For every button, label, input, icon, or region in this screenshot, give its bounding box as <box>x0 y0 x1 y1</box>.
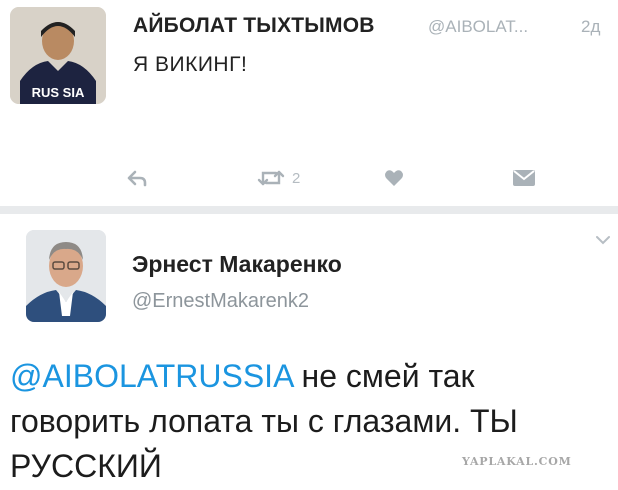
like-button[interactable] <box>384 166 410 190</box>
chevron-down-icon <box>596 236 610 245</box>
avatar[interactable]: RUS SIA <box>10 7 106 104</box>
reply-icon <box>127 170 147 187</box>
tweet-text: Я ВИКИНГ! <box>133 53 248 76</box>
divider <box>0 206 618 214</box>
tweet-text-line-1: @AIBOLATRUSSIA не смей так <box>10 354 610 399</box>
watermark: YAPLAKAL.COM <box>462 455 572 468</box>
avatar-shirt-text: RUS SIA <box>32 85 85 100</box>
direct-message-button[interactable] <box>512 166 540 190</box>
tweet-time[interactable]: 2д <box>581 17 600 37</box>
author-handle[interactable]: @AIBOLAT... <box>428 17 528 37</box>
reply-button[interactable] <box>126 166 156 190</box>
tweet-menu-button[interactable] <box>596 232 610 245</box>
tweet-text-line-2: говорить лопата ты с глазами. ТЫ <box>10 403 518 439</box>
tweet-card-2: Эрнест Макаренко @ErnestMakarenk2 @AIBOL… <box>0 214 618 490</box>
author-handle[interactable]: @ErnestMakarenk2 <box>132 290 309 313</box>
tweet-card-1: RUS SIA АЙБОЛАТ ТЫХТЫМОВ @AIBOLAT... 2д … <box>0 0 618 206</box>
avatar-photo: RUS SIA <box>10 7 106 104</box>
heart-icon <box>385 170 403 186</box>
retweet-count: 2 <box>292 169 301 187</box>
tweet-text-line-1-rest: не смей так <box>292 358 475 394</box>
avatar-photo <box>26 230 106 322</box>
retweet-icon <box>257 170 285 186</box>
mention-link[interactable]: @AIBOLATRUSSIA <box>10 358 293 394</box>
author-name[interactable]: АЙБОЛАТ ТЫХТЫМОВ <box>133 14 375 38</box>
direct-message-icon <box>513 170 535 186</box>
avatar[interactable] <box>26 230 106 322</box>
retweet-button[interactable]: 2 <box>256 166 316 190</box>
tweet-text: @AIBOLATRUSSIA не смей так говорить лопа… <box>10 354 610 489</box>
author-name[interactable]: Эрнест Макаренко <box>132 251 342 278</box>
